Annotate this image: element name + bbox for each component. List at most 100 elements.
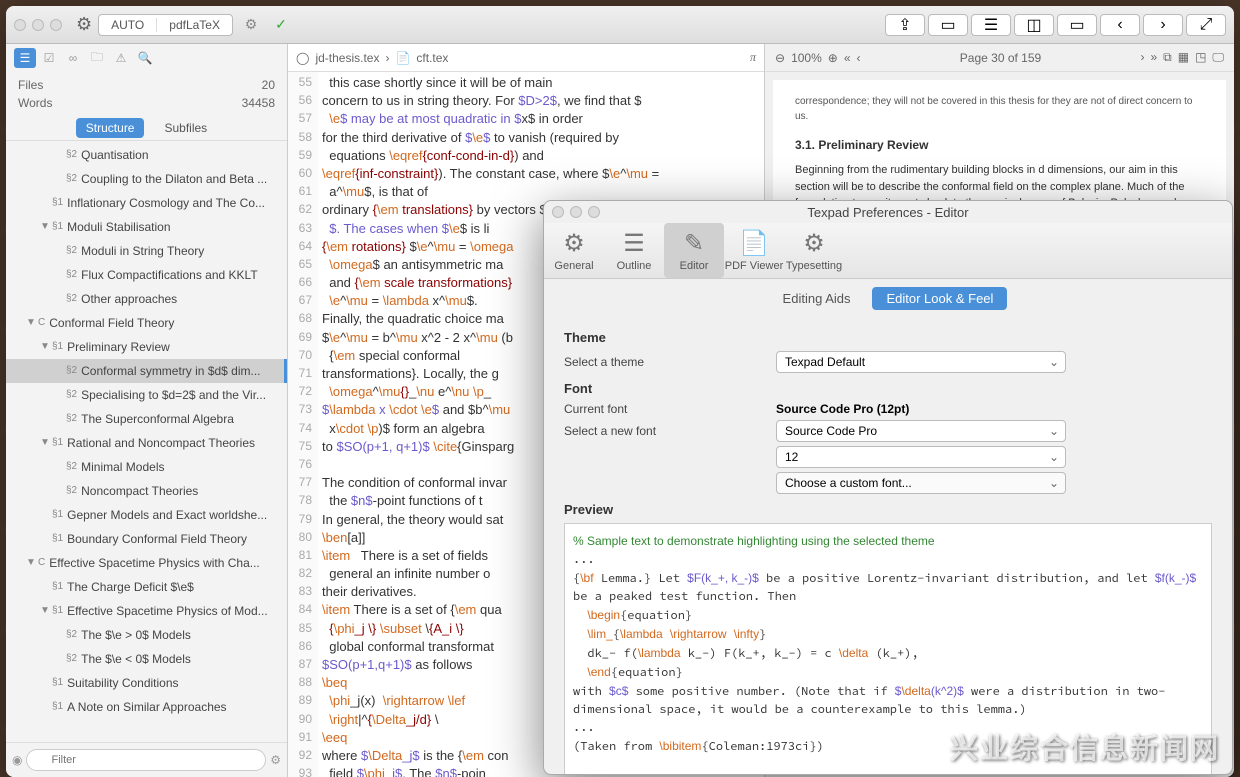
layout-single-icon[interactable]: ▭ bbox=[928, 14, 968, 36]
outline-item[interactable]: §1Gepner Models and Exact worldshe... bbox=[6, 503, 287, 527]
tex-icon: 📄 bbox=[395, 51, 410, 65]
theme-label: Select a theme bbox=[564, 355, 764, 369]
layout-lines-icon[interactable]: ☰ bbox=[971, 14, 1011, 36]
prefs-titlebar: Texpad Preferences - Editor bbox=[544, 201, 1232, 223]
outline-item[interactable]: ▼§1Rational and Noncompact Theories bbox=[6, 431, 287, 455]
outline-item[interactable]: §2Flux Compactifications and KKLT bbox=[6, 263, 287, 287]
zoom-icon[interactable] bbox=[50, 19, 62, 31]
pdf-intro: correspondence; they will not be covered… bbox=[795, 94, 1204, 124]
root-file[interactable]: jd-thesis.tex bbox=[315, 51, 379, 65]
outline-item[interactable]: §2Moduli in String Theory bbox=[6, 239, 287, 263]
preview-section: Preview bbox=[564, 502, 1212, 517]
expand-icon[interactable]: ⤢ bbox=[1186, 14, 1226, 36]
theme-select[interactable]: Texpad Default bbox=[776, 351, 1066, 373]
outline-item[interactable]: ▼CConformal Field Theory bbox=[6, 311, 287, 335]
eye-icon[interactable]: ◉ bbox=[12, 753, 22, 767]
outline-item[interactable]: §2Coupling to the Dilaton and Beta ... bbox=[6, 167, 287, 191]
custom-font-button[interactable]: Choose a custom font... bbox=[776, 472, 1066, 494]
pdf-last-icon[interactable]: » bbox=[1150, 50, 1157, 65]
prefs-tab-general[interactable]: ⚙︎General bbox=[544, 223, 604, 278]
share-icon[interactable]: ⇪ bbox=[885, 14, 925, 36]
outline-item[interactable]: §1Boundary Conformal Field Theory bbox=[6, 527, 287, 551]
outline-item[interactable]: §2The Superconformal Algebra bbox=[6, 407, 287, 431]
search-view-icon[interactable]: 🔍 bbox=[134, 48, 156, 68]
outline-item[interactable]: §1Suitability Conditions bbox=[6, 671, 287, 695]
zoom-out-icon[interactable]: ⊖ bbox=[775, 51, 785, 65]
subtab-editing-aids[interactable]: Editing Aids bbox=[769, 287, 865, 310]
outline-item[interactable]: §2Noncompact Theories bbox=[6, 479, 287, 503]
filter-input[interactable] bbox=[26, 749, 266, 771]
editor-breadcrumb: ◯ jd-thesis.tex › 📄 cft.tex π bbox=[288, 44, 764, 72]
check-icon[interactable]: ✓ bbox=[269, 14, 293, 36]
pdf-expand-icon[interactable]: ⧉ bbox=[1163, 50, 1172, 65]
zoom-in-icon[interactable]: ⊕ bbox=[828, 51, 838, 65]
files-count: 20 bbox=[262, 76, 275, 94]
tab-subfiles[interactable]: Subfiles bbox=[154, 118, 217, 138]
prefs-close-icon[interactable] bbox=[552, 206, 564, 218]
prefs-tab-pdf-viewer[interactable]: 📄PDF Viewer bbox=[724, 223, 784, 278]
link-view-icon[interactable]: ∞ bbox=[62, 48, 84, 68]
filter-gear-icon[interactable]: ⚙︎ bbox=[270, 753, 281, 767]
outline-item[interactable]: §2The $\e < 0$ Models bbox=[6, 647, 287, 671]
words-label: Words bbox=[18, 94, 52, 112]
minimize-icon[interactable] bbox=[32, 19, 44, 31]
tab-structure[interactable]: Structure bbox=[76, 118, 145, 138]
outline-item[interactable]: §2Conformal symmetry in $d$ dim... bbox=[6, 359, 287, 383]
font-size-select[interactable]: 12 bbox=[776, 446, 1066, 468]
close-icon[interactable] bbox=[14, 19, 26, 31]
font-family-select[interactable]: Source Code Pro bbox=[776, 420, 1066, 442]
layout-split-icon[interactable]: ◫ bbox=[1014, 14, 1054, 36]
check-view-icon[interactable]: ☑ bbox=[38, 48, 60, 68]
engine-select[interactable]: pdfLaTeX bbox=[157, 18, 232, 32]
prefs-tabs: ⚙︎General☰Outline✎Editor📄PDF Viewer⚙︎Typ… bbox=[544, 223, 1232, 279]
outline-item[interactable]: §2Minimal Models bbox=[6, 455, 287, 479]
file-stats: Files20 Words34458 bbox=[6, 72, 287, 116]
pdf-prev-icon[interactable]: ‹ bbox=[857, 51, 861, 65]
pdf-display-icon[interactable]: 🖵 bbox=[1212, 50, 1224, 65]
outline-item[interactable]: §2Other approaches bbox=[6, 287, 287, 311]
prefs-tab-typesetting[interactable]: ⚙︎Typesetting bbox=[784, 223, 844, 278]
theme-section: Theme bbox=[564, 330, 1212, 345]
typeset-mode[interactable]: AUTO pdfLaTeX bbox=[98, 14, 233, 36]
sidebar: ☰ ☑ ∞ 🗀 ⚠ 🔍 Files20 Words34458 Structure… bbox=[6, 44, 288, 777]
pdf-popout-icon[interactable]: ◳ bbox=[1195, 50, 1206, 65]
prefs-tab-outline[interactable]: ☰Outline bbox=[604, 223, 664, 278]
preferences-window: Texpad Preferences - Editor ⚙︎General☰Ou… bbox=[543, 200, 1233, 775]
prefs-tab-editor[interactable]: ✎Editor bbox=[664, 223, 724, 278]
prefs-title: Texpad Preferences - Editor bbox=[807, 205, 968, 220]
zoom-level: 100% bbox=[791, 51, 822, 65]
outline-item[interactable]: §1The Charge Deficit $\e$ bbox=[6, 575, 287, 599]
outline-item[interactable]: ▼§1Preliminary Review bbox=[6, 335, 287, 359]
gear-icon[interactable]: ⚙︎ bbox=[76, 14, 92, 35]
toolbar: ⚙︎ AUTO pdfLaTeX ⚙︎ ✓ ⇪ ▭ ☰ ◫ ▭ ‹ › ⤢ bbox=[6, 6, 1234, 44]
pdf-next-icon[interactable]: › bbox=[1140, 50, 1144, 65]
nav-back-icon[interactable]: ‹ bbox=[1100, 14, 1140, 36]
pi-icon[interactable]: π bbox=[750, 50, 756, 65]
pdf-grid-icon[interactable]: ▦ bbox=[1178, 50, 1189, 65]
prefs-min-icon[interactable] bbox=[570, 206, 582, 218]
outline-item[interactable]: ▼CEffective Spacetime Physics with Cha..… bbox=[6, 551, 287, 575]
settings-icon[interactable]: ⚙︎ bbox=[239, 14, 263, 36]
current-font-label: Current font bbox=[564, 402, 764, 416]
pdf-first-icon[interactable]: « bbox=[844, 51, 851, 65]
new-font-label: Select a new font bbox=[564, 424, 764, 438]
window-controls bbox=[14, 19, 62, 31]
outline-item[interactable]: §1A Note on Similar Approaches bbox=[6, 695, 287, 719]
folder-view-icon[interactable]: 🗀 bbox=[86, 48, 108, 68]
outline-item[interactable]: §1Inflationary Cosmology and The Co... bbox=[6, 191, 287, 215]
outline-item[interactable]: §2The $\e > 0$ Models bbox=[6, 623, 287, 647]
warning-view-icon[interactable]: ⚠ bbox=[110, 48, 132, 68]
watermark: 兴业综合信息新闻网 bbox=[950, 727, 1220, 767]
list-view-icon[interactable]: ☰ bbox=[14, 48, 36, 68]
current-file[interactable]: cft.tex bbox=[416, 51, 448, 65]
font-section: Font bbox=[564, 381, 1212, 396]
outline-item[interactable]: ▼§1Effective Spacetime Physics of Mod... bbox=[6, 599, 287, 623]
prefs-zoom-icon[interactable] bbox=[588, 206, 600, 218]
outline-item[interactable]: §2Quantisation bbox=[6, 143, 287, 167]
outline-item[interactable]: ▼§1Moduli Stabilisation bbox=[6, 215, 287, 239]
subtab-look-feel[interactable]: Editor Look & Feel bbox=[872, 287, 1007, 310]
nav-fwd-icon[interactable]: › bbox=[1143, 14, 1183, 36]
auto-mode[interactable]: AUTO bbox=[99, 18, 157, 32]
outline-item[interactable]: §2Specialising to $d=2$ and the Vir... bbox=[6, 383, 287, 407]
layout-wide-icon[interactable]: ▭ bbox=[1057, 14, 1097, 36]
